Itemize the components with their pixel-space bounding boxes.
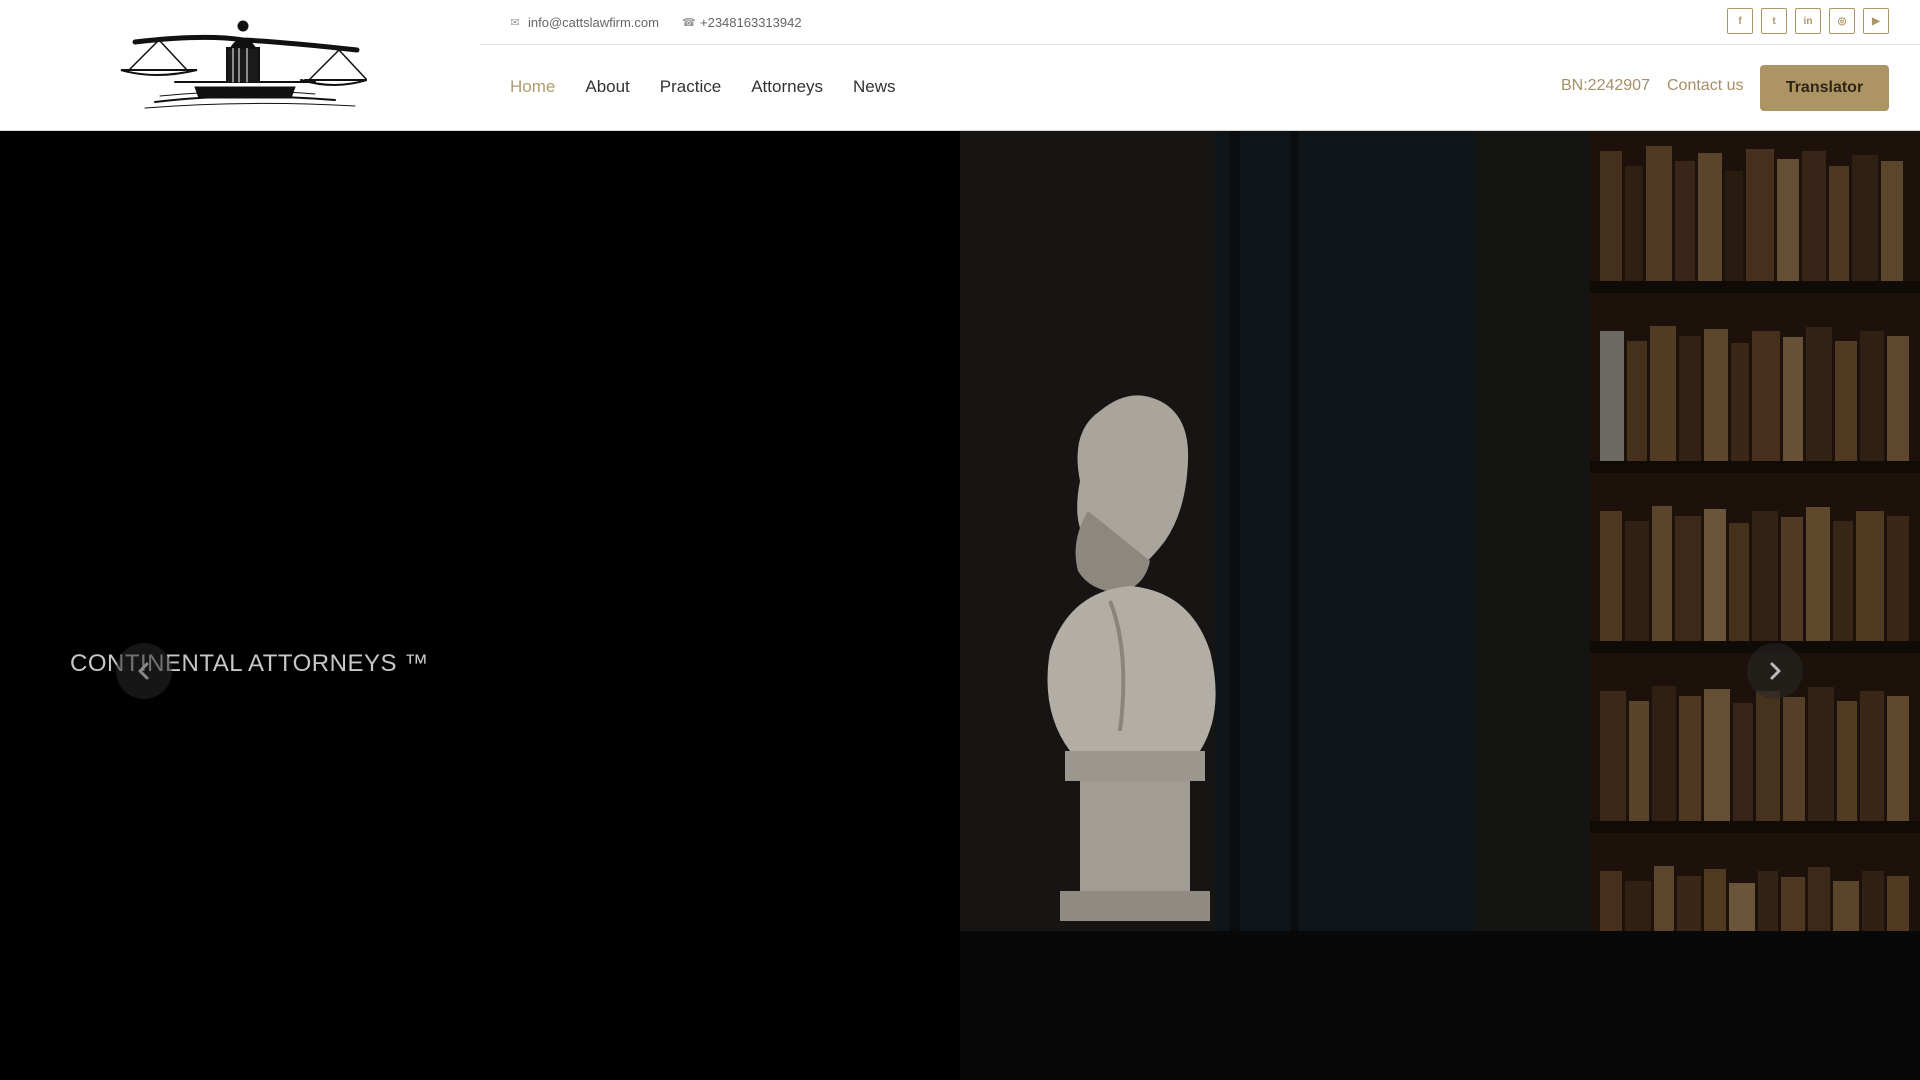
nav-practice[interactable]: Practice bbox=[660, 77, 721, 97]
slider-prev-button[interactable] bbox=[116, 643, 172, 699]
nav-news[interactable]: News bbox=[853, 77, 896, 97]
contact-us-link[interactable]: Contact us bbox=[1667, 77, 1743, 95]
instagram-icon[interactable]: ◎ bbox=[1829, 8, 1855, 34]
nav-home[interactable]: Home bbox=[510, 77, 555, 97]
library-bust-image bbox=[960, 131, 1920, 1080]
social-links: f t in ◎ ▶ bbox=[1727, 8, 1889, 34]
youtube-icon[interactable]: ▶ bbox=[1863, 8, 1889, 34]
chevron-left-icon bbox=[138, 662, 149, 680]
nav-about[interactable]: About bbox=[585, 77, 629, 97]
scales-of-justice-logo[interactable] bbox=[115, 12, 368, 116]
phone-contact[interactable]: ☎ +2348163313942 bbox=[682, 0, 802, 44]
nav-attorneys[interactable]: Attorneys bbox=[751, 77, 823, 97]
site-header: ✉ info@cattslawfirm.com ☎ +2348163313942… bbox=[0, 0, 1920, 131]
phone-text: +2348163313942 bbox=[700, 14, 802, 30]
business-number: BN:2242907 bbox=[1561, 77, 1650, 94]
chevron-right-icon bbox=[1770, 662, 1781, 680]
hero-slider: CONTINENTAL ATTORNEYS ™ bbox=[0, 131, 1920, 1080]
linkedin-icon[interactable]: in bbox=[1795, 8, 1821, 34]
email-contact[interactable]: ✉ info@cattslawfirm.com bbox=[510, 0, 659, 44]
envelope-icon: ✉ bbox=[510, 16, 520, 29]
email-text: info@cattslawfirm.com bbox=[528, 14, 659, 30]
top-bar: ✉ info@cattslawfirm.com ☎ +2348163313942… bbox=[480, 0, 1920, 45]
facebook-icon[interactable]: f bbox=[1727, 8, 1753, 34]
slider-next-button[interactable] bbox=[1747, 643, 1803, 699]
phone-icon: ☎ bbox=[682, 16, 696, 29]
translator-button[interactable]: Translator bbox=[1760, 65, 1889, 111]
twitter-icon[interactable]: t bbox=[1761, 8, 1787, 34]
main-nav: Home About Practice Attorneys News bbox=[510, 66, 896, 108]
